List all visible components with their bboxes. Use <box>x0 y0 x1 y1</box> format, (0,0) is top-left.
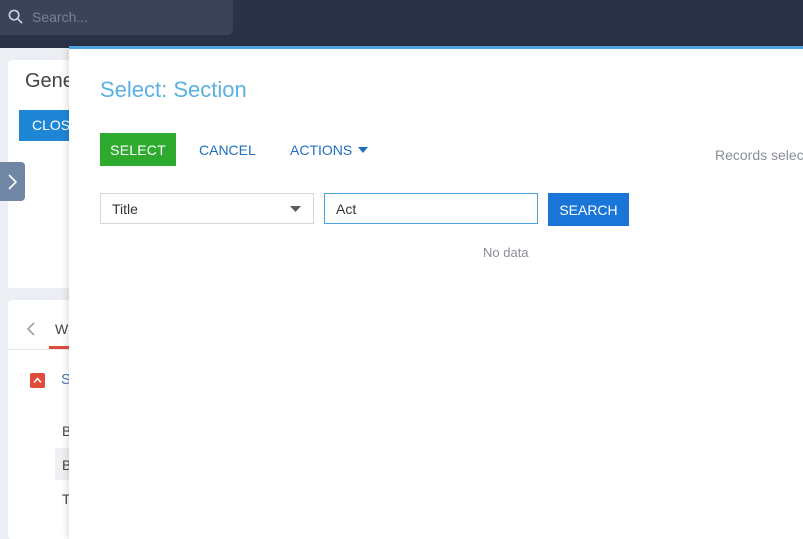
search-icon <box>8 9 23 24</box>
caret-down-icon <box>290 206 301 212</box>
filter-column-select[interactable]: Title <box>100 193 314 224</box>
chevron-up-icon <box>33 377 42 383</box>
actions-menu-button[interactable]: ACTIONS <box>280 133 378 166</box>
chevron-right-icon <box>8 174 18 190</box>
filter-value-input[interactable] <box>324 193 538 224</box>
global-search[interactable] <box>0 0 233 35</box>
select-button[interactable]: SELECT <box>100 133 176 166</box>
chevron-left-icon[interactable] <box>26 321 36 337</box>
tab-divider <box>8 349 70 350</box>
actions-label: ACTIONS <box>290 141 353 158</box>
records-selected-label: Records selected <box>715 147 803 163</box>
modal-title: Select: Section <box>100 77 247 102</box>
empty-state-message: No data <box>483 245 529 260</box>
cancel-button[interactable]: CANCEL <box>189 133 266 166</box>
select-section-modal: Select: Section SELECT CANCEL ACTIONS Re… <box>69 46 803 539</box>
caret-down-icon <box>358 146 369 153</box>
expand-panel-button[interactable] <box>0 162 25 201</box>
background-tab[interactable]: WHAT <box>55 321 69 337</box>
collapse-section-button[interactable] <box>30 373 45 388</box>
global-search-input[interactable] <box>32 6 222 28</box>
search-button[interactable]: SEARCH <box>548 193 629 226</box>
background-page-title: General <box>25 70 69 92</box>
background-close-button[interactable]: CLOSE <box>19 110 74 141</box>
top-bar <box>0 0 803 48</box>
filter-column-value: Title <box>112 201 138 217</box>
